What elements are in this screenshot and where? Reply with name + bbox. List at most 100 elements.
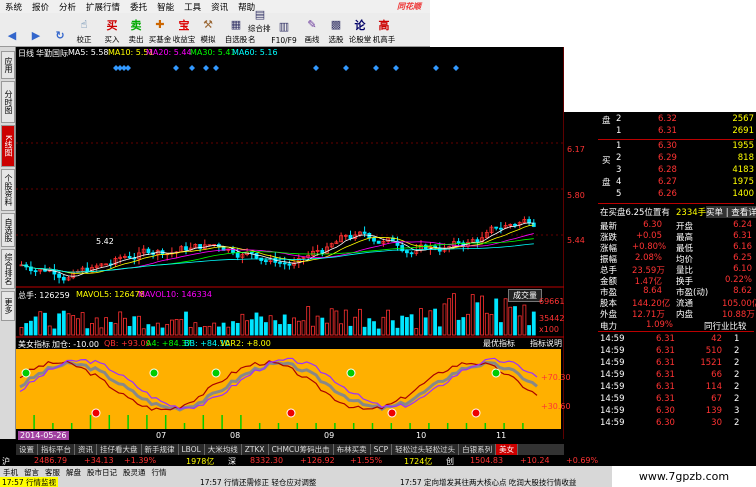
side-tab-0[interactable]: 应用 [1, 51, 15, 79]
volume-bar [423, 317, 428, 336]
buy-volume-4: 1975 [732, 177, 754, 187]
price-axis-2: 5.80 [567, 191, 585, 200]
indicator-tab-3[interactable]: 挂仔看大盘 [97, 444, 142, 455]
buy-marker [346, 368, 356, 378]
indicator-tab-0[interactable]: 设置 [16, 444, 38, 455]
volume-label: 总手: 126259 [18, 291, 70, 300]
tick-price-6: 6.30 [656, 406, 675, 416]
candle-body [146, 248, 151, 254]
toolbar-earn-button[interactable]: 宝收益宝 [172, 13, 196, 47]
indicator-tab-4[interactable]: 新手规律 [141, 444, 179, 455]
volume-bar [278, 324, 282, 336]
sell-marker [471, 408, 481, 418]
volume-select-button[interactable]: 成交量 [508, 289, 542, 302]
side-tab-6[interactable]: 更多 [1, 291, 15, 321]
indicator-tab-1[interactable]: 指标平台 [38, 444, 75, 455]
candle-body [127, 256, 132, 259]
cursor-date: 2014-05-26 [18, 431, 69, 440]
volume-bar [287, 324, 292, 336]
toolbar-expert-button[interactable]: 高机高手 [372, 13, 396, 47]
toolbar-f10-button[interactable]: ▥ F10/F9 [271, 13, 297, 47]
indicator-tab-13[interactable]: 美女 [496, 444, 519, 455]
toolbar-select-button[interactable]: ▩ 选股 [324, 13, 348, 47]
menu-item-4[interactable]: 委托 [125, 1, 152, 13]
kline-chart-area[interactable]: 日线 华勤国际 MA5: 5.58 MA10: 5.51 MA20: 5.44 … [16, 47, 585, 440]
menu-item-0[interactable]: 系统 [0, 1, 27, 13]
volume-bar [376, 328, 381, 336]
indicator-tab-2[interactable]: 资讯 [75, 444, 97, 455]
best-indicator-button[interactable]: 最优指标 [483, 338, 515, 349]
indicator-tab-10[interactable]: SCP [370, 444, 393, 455]
volume-bar [52, 328, 57, 336]
candle-body [184, 246, 188, 251]
side-tab-5[interactable]: 综合排名 [1, 249, 15, 289]
menu-item-1[interactable]: 报价 [27, 1, 54, 13]
tick-price-7: 6.30 [656, 418, 675, 428]
candle-body [278, 261, 282, 264]
footer-link-6[interactable]: 行情 [149, 467, 170, 477]
toolbar-earn-label: 收益宝 [172, 35, 196, 44]
menu-item-2[interactable]: 分析 [54, 1, 81, 13]
side-tab-2[interactable]: K线图 [1, 125, 15, 167]
footer-link-2[interactable]: 客服 [42, 467, 63, 477]
toolbar-draw-button[interactable]: ✎ 画线 [300, 13, 324, 47]
buy-price-3: 6.28 [658, 165, 677, 175]
news-2[interactable]: 17:57 行情还需修正 轻仓应对调整 [200, 477, 316, 487]
stat-value-0-a: 6.30 [643, 220, 662, 230]
side-tab-3[interactable]: 个股资料 [1, 169, 15, 211]
indicator-tab-5[interactable]: LBOL [178, 444, 205, 455]
toolbar-back-button[interactable]: ◀ [0, 13, 24, 47]
candle-body [456, 241, 461, 244]
stat-value-4-b: 6.10 [733, 264, 752, 274]
indicator-tab-6[interactable]: 大米均线 [204, 444, 242, 455]
toolbar-ranking-button[interactable]: ▤ 综合排名 [248, 8, 272, 47]
footer-link-1[interactable]: 留言 [21, 467, 42, 477]
toolbar-correct-button[interactable]: ☝ 校正 [72, 13, 96, 47]
toolbar-sell-button[interactable]: 卖卖出 [124, 13, 148, 47]
candle-body [249, 251, 254, 254]
volume-bar [28, 320, 33, 336]
tick-price-4: 6.31 [656, 382, 675, 392]
indicator-tab-7[interactable]: ZTKX [241, 444, 269, 455]
side-tab-4[interactable]: 自选股 [1, 213, 15, 247]
indicator-tab-11[interactable]: 轻松过头轻松过头 [392, 444, 460, 455]
expert-icon: 高 [378, 18, 390, 32]
menu-item-6[interactable]: 工具 [179, 1, 206, 13]
tick-time-6: 14:59 [600, 406, 625, 416]
volume-bar [216, 326, 221, 336]
tick-volume-5: 67 [711, 394, 722, 404]
tick-time-2: 14:59 [600, 358, 625, 368]
candle-body [498, 227, 503, 230]
menu-item-7[interactable]: 资讯 [206, 1, 233, 13]
volume-bar [461, 317, 466, 336]
footer-link-5[interactable]: 股灵通 [120, 467, 149, 477]
footer-link-4[interactable]: 股市日记 [84, 467, 120, 477]
toolbar-fund-button[interactable]: ✚ 买基金 [148, 13, 172, 47]
toolbar-watchlist-button[interactable]: ▦ 自选股 [224, 13, 248, 47]
price-axis-3: 5.44 [567, 236, 585, 245]
indicator-tab-8[interactable]: CHMCU筹码出击 [268, 444, 334, 455]
indicator-help-button[interactable]: 指标说明 [530, 338, 562, 349]
side-tab-1[interactable]: 分时图 [1, 81, 15, 123]
toolbar-simulate-button[interactable]: ⚒ 模拟 [196, 13, 220, 47]
volume-bar [57, 313, 61, 336]
news-3[interactable]: 17:57 定向增发其往两大核心点 吃润大股技行情收益 [400, 477, 576, 487]
ticker-detail-link[interactable]: 买单 | 查看详细 [706, 206, 756, 218]
menu-item-5[interactable]: 智能 [152, 1, 179, 13]
indicator-axis-1: +70.30 [541, 373, 571, 382]
indicator-tab-12[interactable]: 白银系列 [459, 444, 497, 455]
menu-item-3[interactable]: 扩展行情 [81, 1, 125, 13]
toolbar-forum-button[interactable]: 论论股堂 [348, 13, 372, 47]
indicator-name: 美女指标 [18, 340, 50, 349]
date-tick-10: 10 [416, 431, 427, 440]
toolbar-forward-button[interactable]: ▶ [24, 13, 48, 47]
toolbar-buy-button[interactable]: 买买入 [100, 13, 124, 47]
toolbar-refresh-button[interactable]: ↻ [48, 13, 72, 47]
indicator-tab-9[interactable]: 布林买卖 [333, 444, 371, 455]
footer-link-0[interactable]: 手机 [0, 467, 21, 477]
toolbar-f10-label: F10/F9 [271, 36, 297, 45]
tick-price-3: 6.31 [656, 370, 675, 380]
news-1[interactable]: 17:57 行情监视 [0, 477, 58, 487]
volume-bar [33, 316, 38, 336]
footer-link-3[interactable]: 解盘 [63, 467, 84, 477]
